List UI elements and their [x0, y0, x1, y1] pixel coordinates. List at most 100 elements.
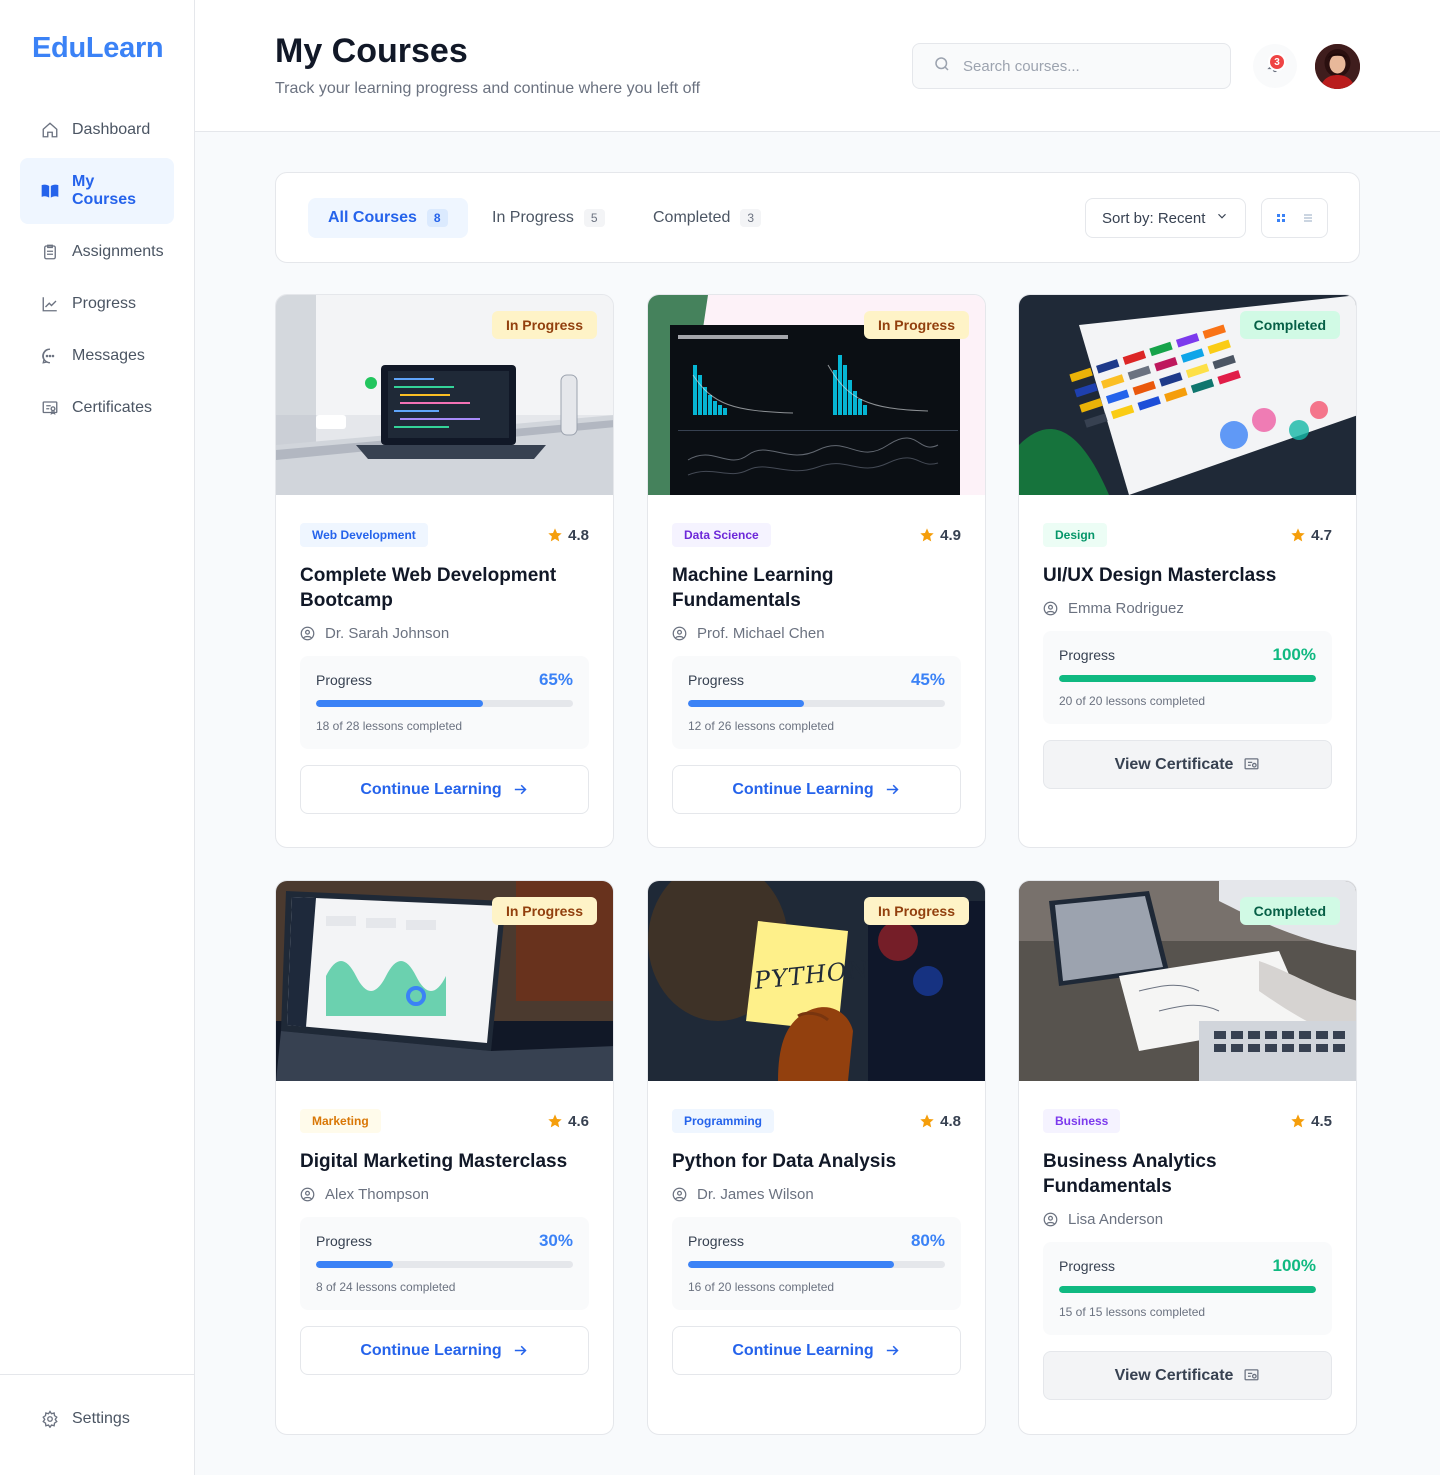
page-subtitle: Track your learning progress and continu… — [275, 80, 701, 97]
instructor-name: Dr. James Wilson — [697, 1186, 814, 1203]
sidebar-footer: Settings — [0, 1374, 194, 1443]
progress-percent: 100% — [1272, 1256, 1316, 1275]
continue-learning-button[interactable]: Continue Learning — [672, 765, 961, 814]
progress-bar-fill — [688, 700, 804, 707]
sidebar-item-label: My Courses — [72, 173, 137, 208]
sidebar-item-settings[interactable]: Settings — [20, 1395, 174, 1443]
certificate-icon — [1244, 1369, 1259, 1381]
progress-label: Progress — [1059, 1258, 1116, 1274]
course-thumbnail: In Progress — [276, 295, 613, 495]
course-title[interactable]: Digital Marketing Masterclass — [300, 1149, 589, 1174]
instructor: Emma Rodriguez — [1043, 600, 1332, 617]
instructor: Dr. Sarah Johnson — [300, 625, 589, 642]
course-meta: Marketing 4.6 — [300, 1109, 589, 1133]
status-badge: Completed — [1239, 897, 1340, 925]
rating-value: 4.8 — [568, 526, 589, 544]
button-label: View Certificate — [1114, 755, 1234, 773]
course-card-body: Data Science 4.9 Machine Learning Fundam… — [648, 495, 985, 838]
progress-bar-fill — [688, 1261, 894, 1268]
course-card-machine-learning-fundamentals[interactable]: In Progress Data Science 4.9 Machine Lea… — [647, 294, 986, 848]
notification-badge: 3 — [1268, 53, 1286, 71]
sidebar-nav: Dashboard My Courses Assignments Progres… — [20, 106, 174, 436]
list-view-icon[interactable] — [1296, 206, 1320, 230]
category-tag: Data Science — [672, 523, 771, 547]
course-meta: Web Development 4.8 — [300, 523, 589, 547]
view-certificate-button[interactable]: View Certificate — [1043, 740, 1332, 789]
grid-view-icon[interactable] — [1269, 206, 1294, 230]
course-card-business-analytics-fundamentals[interactable]: Completed Business 4.5 Business Analytic… — [1018, 880, 1357, 1435]
search-input[interactable] — [963, 57, 1213, 75]
chart-line-icon — [40, 294, 60, 314]
course-title[interactable]: Complete Web Development Bootcamp — [300, 563, 589, 613]
continue-learning-button[interactable]: Continue Learning — [672, 1326, 961, 1375]
sidebar-item-label: Dashboard — [72, 121, 151, 138]
course-meta: Programming 4.8 — [672, 1109, 961, 1133]
course-title[interactable]: Python for Data Analysis — [672, 1149, 961, 1174]
rating: 4.6 — [547, 1113, 589, 1130]
sidebar-item-my-courses[interactable]: My Courses — [20, 158, 174, 224]
sidebar-item-assignments[interactable]: Assignments — [20, 228, 174, 276]
progress-panel: Progress 80% 16 of 20 lessons completed — [672, 1217, 961, 1310]
sidebar-item-certificates[interactable]: Certificates — [20, 384, 174, 432]
status-badge: In Progress — [491, 311, 597, 339]
course-title[interactable]: Machine Learning Fundamentals — [672, 563, 961, 613]
star-icon — [1291, 528, 1305, 542]
progress-label: Progress — [316, 672, 373, 688]
sidebar-item-messages[interactable]: Messages — [20, 332, 174, 380]
rating-value: 4.6 — [568, 1112, 589, 1130]
rating-value: 4.9 — [940, 526, 961, 544]
status-badge: Completed — [1239, 311, 1340, 339]
progress-percent: 30% — [538, 1231, 573, 1250]
course-card-python-for-data-analysis[interactable]: PYTHON In Progress Programming 4.8 Pytho… — [647, 880, 986, 1435]
sidebar-item-label: Progress — [72, 295, 137, 312]
instructor: Alex Thompson — [300, 1186, 589, 1203]
search-box — [912, 43, 1231, 89]
progress-percent: 65% — [538, 670, 573, 689]
course-title[interactable]: UI/UX Design Masterclass — [1043, 563, 1332, 588]
course-title[interactable]: Business Analytics Fundamentals — [1043, 1149, 1332, 1199]
certificate-icon — [40, 398, 60, 418]
rating: 4.8 — [547, 527, 589, 544]
instructor-name: Dr. Sarah Johnson — [325, 625, 450, 642]
rating-value: 4.7 — [1311, 526, 1332, 544]
progress-label: Progress — [1059, 647, 1116, 663]
progress-percent: 45% — [910, 670, 945, 689]
lessons-completed: 20 of 20 lessons completed — [1059, 694, 1206, 708]
tab-completed[interactable]: Completed 3 — [633, 198, 781, 238]
home-icon — [40, 120, 60, 140]
course-card-complete-web-development-bootcamp[interactable]: In Progress Web Development 4.8 Complete… — [275, 294, 614, 848]
tab-in-progress[interactable]: In Progress 5 — [472, 198, 625, 238]
app-logo[interactable]: EduLearn — [32, 32, 164, 65]
tab-all-courses[interactable]: All Courses 8 — [308, 198, 468, 238]
progress-panel: Progress 45% 12 of 26 lessons completed — [672, 656, 961, 749]
continue-learning-button[interactable]: Continue Learning — [300, 1326, 589, 1375]
search-icon — [933, 55, 951, 78]
sidebar-item-dashboard[interactable]: Dashboard — [20, 106, 174, 154]
category-tag: Web Development — [300, 523, 428, 547]
lessons-completed: 18 of 28 lessons completed — [316, 719, 463, 733]
user-circle-icon — [672, 626, 687, 641]
view-certificate-button[interactable]: View Certificate — [1043, 1351, 1332, 1400]
progress-bar — [316, 700, 573, 707]
course-meta: Business 4.5 — [1043, 1109, 1332, 1133]
button-label: View Certificate — [1114, 1366, 1234, 1384]
instructor-name: Alex Thompson — [325, 1186, 429, 1203]
progress-bar-fill — [1059, 1286, 1316, 1293]
course-card-ui-ux-design-masterclass[interactable]: Completed Design 4.7 UI/UX Design Master… — [1018, 294, 1357, 848]
sort-dropdown[interactable]: Sort by: Recent — [1085, 198, 1246, 238]
status-badge: In Progress — [863, 897, 969, 925]
course-card-body: Design 4.7 UI/UX Design Masterclass Emma… — [1019, 495, 1356, 813]
category-tag: Programming — [672, 1109, 775, 1133]
progress-label: Progress — [688, 672, 745, 688]
arrow-right-icon — [514, 784, 527, 795]
view-toggle — [1261, 198, 1328, 238]
course-meta: Design 4.7 — [1043, 523, 1332, 547]
course-card-body: Web Development 4.8 Complete Web Develop… — [276, 495, 613, 838]
course-card-digital-marketing-masterclass[interactable]: In Progress Marketing 4.6 Digital Market… — [275, 880, 614, 1435]
sidebar-item-label: Assignments — [72, 243, 164, 260]
continue-learning-button[interactable]: Continue Learning — [300, 765, 589, 814]
avatar[interactable] — [1315, 44, 1360, 89]
sidebar-item-progress[interactable]: Progress — [20, 280, 174, 328]
user-circle-icon — [672, 1187, 687, 1202]
tab-count: 3 — [740, 209, 762, 227]
